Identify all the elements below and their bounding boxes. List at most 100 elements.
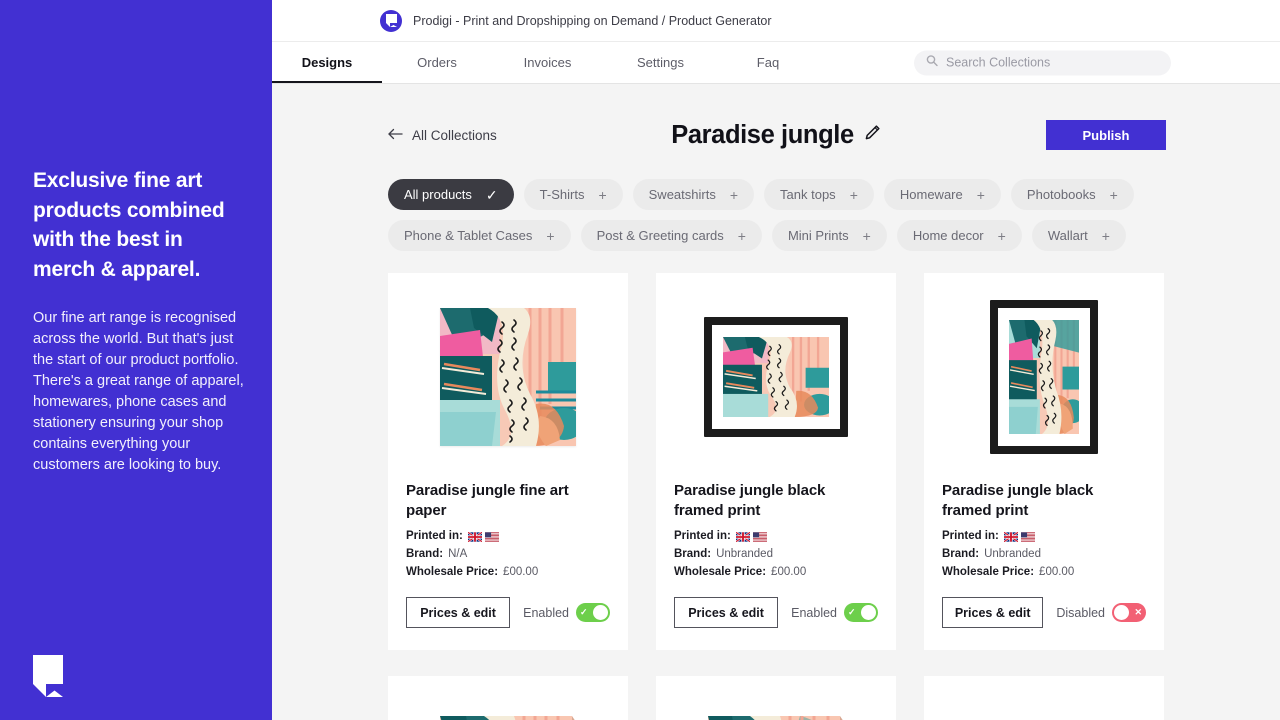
content-region: All Collections Paradise jungle Publish [272,104,1280,720]
plus-icon: + [1101,227,1110,244]
nav-items: Designs Orders Invoices Settings Faq [272,42,818,83]
plus-icon: + [976,186,985,203]
app-root: Exclusive fine art products combined wit… [0,0,1280,720]
product-card[interactable] [924,676,1164,720]
product-printed-in: Printed in: [406,528,610,546]
brand-value: Unbranded [984,547,1041,560]
artwork-canvas-b [708,716,843,720]
chip-photobooks[interactable]: Photobooks + [1010,179,1134,210]
product-wholesale-price: Wholesale Price: £00.00 [406,564,610,582]
chip-mini-prints-label: Mini Prints [787,228,849,243]
chip-sweatshirts[interactable]: Sweatshirts + [632,179,755,210]
arrow-left-icon [388,128,403,143]
product-card[interactable]: Paradise jungle black framed print Print… [656,273,896,651]
product-title: Paradise jungle fine art paper [406,482,569,519]
brand-bar: Prodigi - Print and Dropshipping on Dema… [272,0,1280,42]
product-brand: Brand: Unbranded [674,546,878,564]
flag-us-icon [1020,532,1035,542]
tab-faq[interactable]: Faq [718,42,818,83]
tab-designs-label: Designs [301,55,353,70]
search-icon [926,54,938,72]
product-image-canvas-a [406,694,610,720]
check-icon: ✓ [485,186,498,203]
chip-home-decor-label: Home decor [912,228,984,243]
chip-t-shirts-label: T-Shirts [539,187,585,202]
tab-designs[interactable]: Designs [272,42,382,83]
product-brand: Brand: N/A [406,546,610,564]
flag-gb-icon [735,531,750,542]
printed-in-label: Printed in: [674,530,731,542]
chip-photobooks-label: Photobooks [1026,187,1096,202]
product-card[interactable]: Paradise jungle fine art paper Printed i… [388,273,628,651]
publish-button[interactable]: Publish [1046,120,1166,150]
toggle-status-label: Disabled [1056,605,1105,620]
chip-post-greeting-cards[interactable]: Post & Greeting cards + [580,220,762,251]
artwork-framed-portrait [990,300,1098,454]
wholesale-price-label: Wholesale Price: [406,565,499,578]
chip-tank-tops[interactable]: Tank tops + [764,179,874,210]
tab-settings[interactable]: Settings [603,42,718,83]
tab-orders-label: Orders [417,55,457,70]
product-image-canvas-b [674,694,878,720]
chip-mini-prints[interactable]: Mini Prints + [771,220,887,251]
prices-and-edit-button[interactable]: Prices & edit [942,597,1044,629]
enable-toggle[interactable]: ✓ [576,603,610,623]
product-category-filters: All products ✓ T-Shirts + Sweatshirts + … [272,166,1280,251]
back-to-all-collections[interactable]: All Collections [388,128,497,143]
search-input[interactable] [946,55,1159,70]
prices-and-edit-button[interactable]: Prices & edit [406,597,511,629]
product-enabled-toggle-group[interactable]: Enabled ✓ [791,603,878,623]
chip-all-products[interactable]: All products ✓ [388,179,514,210]
product-image-cushion [942,694,1146,720]
chip-homeware-label: Homeware [899,187,963,202]
artwork-framed-landscape [704,317,848,437]
chip-wallart[interactable]: Wallart + [1031,220,1126,251]
prodigi-page-logo-icon [33,655,63,697]
tab-settings-label: Settings [637,55,684,70]
brand-label: Brand: [942,547,980,560]
product-card[interactable] [656,676,896,720]
flag-us-icon [752,532,767,542]
pencil-icon[interactable] [864,124,881,146]
chip-tank-tops-label: Tank tops [780,187,836,202]
chip-phone-tablet-cases[interactable]: Phone & Tablet Cases + [388,220,571,251]
plus-icon: + [729,186,739,203]
check-icon: ✓ [848,607,856,618]
product-card-actions: Prices & edit Enabled ✓ [674,597,878,629]
product-card[interactable]: Paradise jungle black framed print Print… [924,273,1164,651]
tab-invoices[interactable]: Invoices [492,42,603,83]
brand-label: Brand: [674,547,712,560]
product-wholesale-price: Wholesale Price: £00.00 [674,564,878,582]
enable-toggle[interactable]: ✓ [844,603,878,623]
tab-orders[interactable]: Orders [382,42,492,83]
product-printed-in: Printed in: [942,528,1146,546]
promo-headline: Exclusive fine art products combined wit… [33,169,225,281]
prices-and-edit-button[interactable]: Prices & edit [674,597,779,629]
printed-in-label: Printed in: [406,530,463,542]
flag-list [735,531,767,542]
wholesale-price-value: £00.00 [1039,565,1075,578]
toggle-status-label: Enabled [791,605,837,620]
product-enabled-toggle-group[interactable]: Disabled ✕ [1056,603,1146,623]
search-collections-box[interactable] [914,50,1171,75]
toggle-knob [1114,605,1129,621]
flag-us-icon [484,532,499,542]
toggle-status-label: Enabled [523,605,569,620]
plus-icon: + [862,227,871,244]
product-image-framed-landscape [674,291,878,463]
product-card[interactable] [388,676,628,720]
product-enabled-toggle-group[interactable]: Enabled ✓ [523,603,610,623]
product-card-actions: Prices & edit Disabled ✕ [942,597,1146,629]
enable-toggle[interactable]: ✕ [1112,603,1146,623]
product-brand: Brand: Unbranded [942,546,1146,564]
chip-homeware[interactable]: Homeware + [883,179,1001,210]
tab-invoices-label: Invoices [523,55,572,70]
chip-sweatshirts-label: Sweatshirts [648,187,716,202]
artwork-paradise-jungle [440,308,576,446]
plus-icon: + [737,227,746,244]
plus-icon: + [1109,186,1118,203]
product-wholesale-price: Wholesale Price: £00.00 [942,564,1146,582]
chip-t-shirts[interactable]: T-Shirts + [523,179,623,210]
promo-sidebar: Exclusive fine art products combined wit… [0,0,272,720]
chip-home-decor[interactable]: Home decor + [896,220,1022,251]
